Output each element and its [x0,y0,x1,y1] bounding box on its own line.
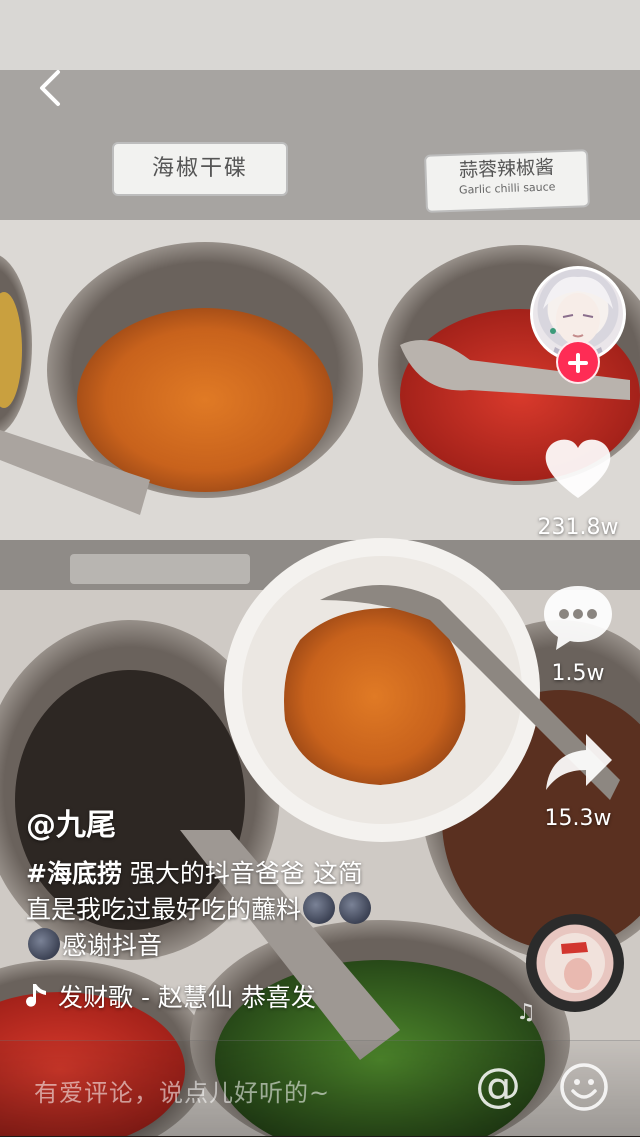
share-count: 15.3w [544,806,612,831]
share-arrow-icon [546,734,612,790]
sign-label-dry-chili: 海椒干碟 [112,142,288,196]
comment-bubble-icon [544,586,612,650]
music-note-icon: ♫ [516,1000,536,1025]
comment-count: 1.5w [551,661,605,686]
comment-button[interactable] [540,580,616,656]
moon-emoji-icon [303,892,336,924]
sign-label-garlic-chili: 蒜蓉辣椒酱 Garlic chilli sauce [424,149,590,213]
music-disc[interactable] [526,914,624,1012]
comment-input[interactable]: 有爱评论，说点儿好听的~ [34,1073,330,1108]
caption-line-3: 感谢抖音 [62,931,163,960]
music-disc-cover [545,933,605,993]
heart-icon [545,439,611,498]
moon-emoji-icon [339,892,372,924]
hashtag-link[interactable]: #海底捞 [26,859,122,888]
share-button[interactable] [540,724,616,800]
emoji-button[interactable] [558,1061,610,1113]
comment-bar: 有爱评论，说点儿好听的~ @ [0,1040,640,1137]
caption-line-1: 强大的抖音爸爸 这简 [121,859,363,888]
emoji-face-icon [560,1063,608,1111]
music-title: 发财歌 - 赵慧仙 恭喜发 [58,983,316,1012]
author-name[interactable]: @九尾 [26,800,116,844]
like-button[interactable] [540,432,616,508]
follow-button[interactable] [556,340,600,384]
back-button[interactable] [30,66,74,110]
mention-button[interactable]: @ [470,1059,526,1115]
music-note-icon [26,984,46,1007]
moon-emoji-icon [28,928,60,960]
caption-line-2: 直是我吃过最好吃的蘸料 [26,895,302,924]
music-info[interactable]: 发财歌 - 赵慧仙 恭喜发 [26,978,438,1014]
back-arrow-icon [40,70,60,106]
like-count: 231.8w [537,515,619,540]
video-caption: #海底捞 强大的抖音爸爸 这简 直是我吃过最好吃的蘸料 感谢抖音 [26,856,446,964]
